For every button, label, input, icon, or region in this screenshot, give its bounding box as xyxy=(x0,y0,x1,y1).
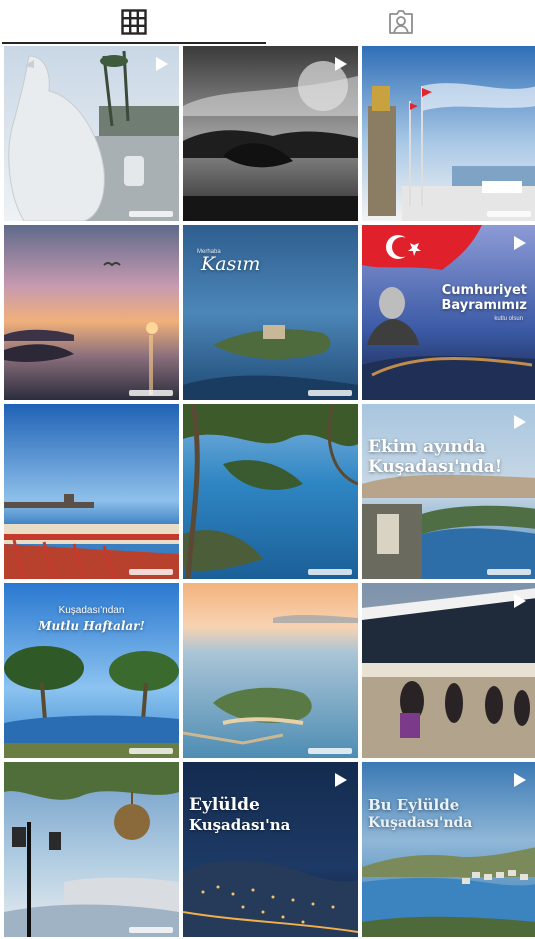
caption-line-2: Kuşadası'nda xyxy=(368,815,473,831)
post-image xyxy=(362,46,535,221)
grid-icon xyxy=(121,9,147,35)
post-thumbnail[interactable] xyxy=(183,583,358,758)
post-thumbnail[interactable] xyxy=(4,225,179,400)
post-thumbnail[interactable] xyxy=(362,583,535,758)
post-thumbnail[interactable]: Ekim ayında Kuşadası'nda! xyxy=(362,404,535,579)
reel-icon xyxy=(509,412,529,432)
caption-line-2: Kuşadası'na xyxy=(189,816,291,834)
post-thumbnail[interactable]: Eylülde Kuşadası'na xyxy=(183,762,358,937)
tagged-person-icon xyxy=(387,8,415,36)
tab-tagged[interactable] xyxy=(268,0,535,44)
reel-icon xyxy=(509,233,529,253)
profile-tabs xyxy=(0,0,535,44)
reel-icon xyxy=(509,591,529,611)
post-thumbnail[interactable] xyxy=(362,46,535,221)
watermark xyxy=(129,569,173,575)
watermark xyxy=(129,748,173,754)
reel-icon xyxy=(509,770,529,790)
reel-icon xyxy=(330,770,350,790)
tab-grid-posts[interactable] xyxy=(0,0,268,44)
watermark xyxy=(308,748,352,754)
caption-line-1: Cumhuriyet xyxy=(441,283,527,298)
post-image xyxy=(4,225,179,400)
post-thumbnail[interactable] xyxy=(4,404,179,579)
post-thumbnail[interactable]: Kuşadası'ndan Mutlu Haftalar! xyxy=(4,583,179,758)
post-image xyxy=(4,404,179,579)
watermark xyxy=(308,569,352,575)
caption-line-2: Bayramımız xyxy=(441,298,527,313)
reel-icon xyxy=(151,54,171,74)
post-thumbnail[interactable]: Bu Eylülde Kuşadası'nda xyxy=(362,762,535,937)
post-image xyxy=(183,404,358,579)
watermark xyxy=(487,211,531,217)
caption-line-1: Bu Eylülde xyxy=(368,796,460,814)
caption-line-1: Eylülde xyxy=(189,795,260,815)
post-thumbnail[interactable] xyxy=(183,46,358,221)
reel-icon xyxy=(330,54,350,74)
watermark xyxy=(129,927,173,933)
post-thumbnail[interactable]: Cumhuriyet Bayramımız kutlu olsun xyxy=(362,225,535,400)
post-image xyxy=(183,583,358,758)
post-thumbnail[interactable] xyxy=(4,46,179,221)
watermark xyxy=(129,211,173,217)
caption-sub: kutlu olsun xyxy=(494,316,523,322)
caption-script: Kasım xyxy=(201,253,261,275)
caption-line-2: Mutlu Haftalar! xyxy=(38,619,145,633)
caption-line-2: Kuşadası'nda! xyxy=(368,457,503,477)
post-image xyxy=(4,762,179,937)
post-thumbnail[interactable]: Merhaba Kasım xyxy=(183,225,358,400)
caption-line-1: Kuşadası'ndan xyxy=(58,605,125,616)
watermark xyxy=(308,390,352,396)
posts-grid: Merhaba Kasım Cumhuriyet Bayramımız kutl… xyxy=(4,46,535,939)
watermark xyxy=(487,569,531,575)
post-thumbnail[interactable] xyxy=(183,404,358,579)
watermark xyxy=(129,390,173,396)
post-thumbnail[interactable] xyxy=(4,762,179,937)
caption-line-1: Ekim ayında xyxy=(368,437,486,457)
